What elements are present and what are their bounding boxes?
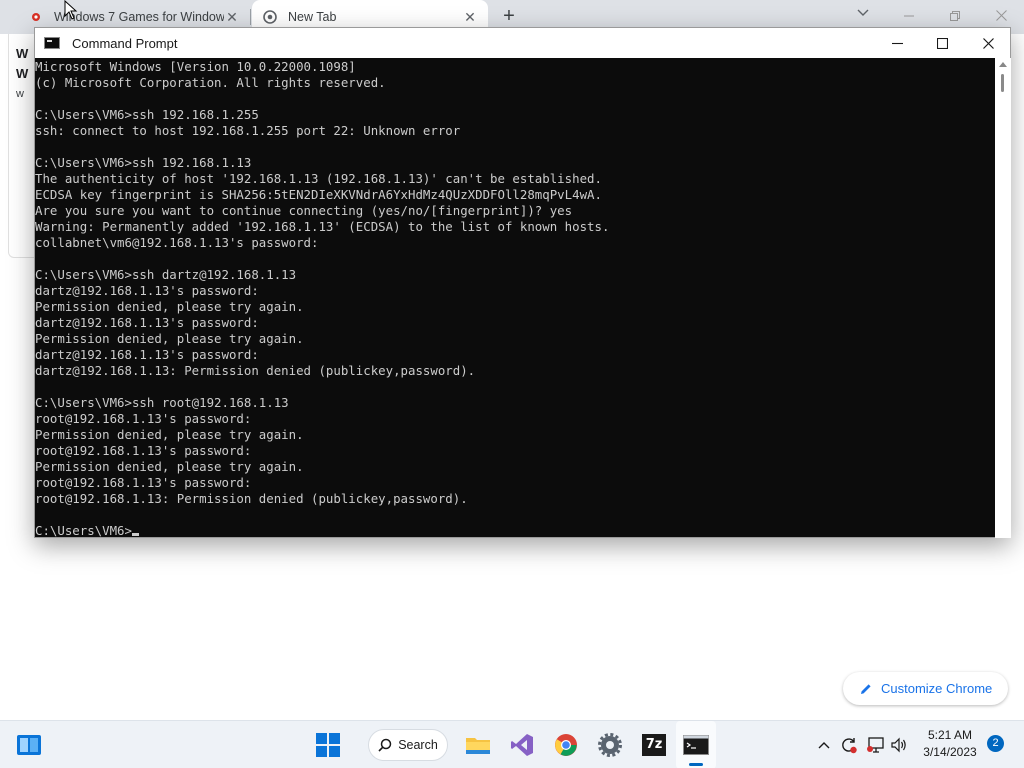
tab-title: Windows 7 Games for Windows: [54, 10, 224, 24]
console-line: ssh: connect to host 192.168.1.255 port …: [35, 123, 461, 138]
restore-icon[interactable]: [932, 2, 978, 30]
customize-chrome-button[interactable]: Customize Chrome: [843, 672, 1008, 705]
card-text: W: [16, 66, 29, 81]
command-prompt-taskbar-icon[interactable]: [676, 721, 716, 768]
cmd-maximize-icon[interactable]: [919, 28, 965, 58]
tab-divider: [250, 9, 251, 25]
running-indicator: [689, 763, 703, 766]
console-line: Permission denied, please try again.: [35, 427, 304, 442]
console-line: Permission denied, please try again.: [35, 299, 304, 314]
taskbar-search[interactable]: Search: [362, 721, 454, 768]
widgets-icon[interactable]: [10, 721, 48, 768]
notification-count-badge[interactable]: 2: [987, 735, 1004, 752]
taskbar: Search 7z 5:21 AM 3/14/2023: [0, 720, 1024, 768]
console-line: C:\Users\VM6>ssh root@192.168.1.13: [35, 395, 289, 410]
console-line: collabnet\vm6@192.168.1.13's password:: [35, 235, 319, 250]
clock-date: 3/14/2023: [923, 745, 977, 759]
console-line: ECDSA key fingerprint is SHA256:5tEN2DIe…: [35, 187, 602, 202]
console-line: root@192.168.1.13: Permission denied (pu…: [35, 491, 468, 506]
visual-studio-icon[interactable]: [502, 721, 542, 768]
cmd-close-icon[interactable]: [965, 28, 1011, 58]
clock-time: 5:21 AM: [927, 728, 973, 742]
console-line: dartz@192.168.1.13's password:: [35, 283, 259, 298]
windows-logo-icon: [316, 733, 340, 757]
new-tab-button[interactable]: +: [498, 5, 520, 27]
search-label: Search: [398, 738, 438, 752]
console-line: C:\Users\VM6>: [35, 523, 995, 539]
cmd-window-title: Command Prompt: [72, 35, 178, 51]
console-line: root@192.168.1.13's password:: [35, 443, 252, 458]
console-line: Are you sure you want to continue connec…: [35, 203, 573, 218]
tab-close-icon[interactable]: ✕: [224, 9, 240, 25]
cmd-title-bar[interactable]: Command Prompt: [35, 28, 1010, 58]
customize-chrome-label: Customize Chrome: [881, 681, 993, 696]
scroll-up-arrow-icon[interactable]: [999, 62, 1007, 67]
console-output[interactable]: Microsoft Windows [Version 10.0.22000.10…: [35, 58, 995, 538]
console-line: (c) Microsoft Corporation. All rights re…: [35, 75, 386, 90]
chrome-favicon-icon: [262, 9, 278, 25]
file-explorer-icon[interactable]: [458, 721, 498, 768]
console-line: Permission denied, please try again.: [35, 459, 304, 474]
cmd-app-icon: [44, 37, 60, 49]
search-icon: [378, 738, 392, 752]
start-button[interactable]: [308, 721, 348, 768]
console-line: C:\Users\VM6>ssh dartz@192.168.1.13: [35, 267, 297, 282]
system-clock[interactable]: 5:21 AM 3/14/2023: [916, 727, 984, 761]
console-line: root@192.168.1.13's password:: [35, 411, 252, 426]
console-scrollbar[interactable]: [995, 58, 1011, 538]
command-prompt-window[interactable]: Command Prompt Microsoft Windows [Versio…: [34, 27, 1011, 538]
cmd-minimize-icon[interactable]: [874, 28, 920, 58]
7-zip-icon[interactable]: 7z: [634, 721, 674, 768]
card-text: w: [16, 88, 24, 100]
chrome-icon[interactable]: [546, 721, 586, 768]
console-line: Microsoft Windows [Version 10.0.22000.10…: [35, 59, 356, 74]
console-line: dartz@192.168.1.13's password:: [35, 315, 259, 330]
tab-close-icon[interactable]: ✕: [462, 9, 478, 25]
console-line: Permission denied, please try again.: [35, 331, 304, 346]
mouse-pointer-icon: [64, 0, 78, 20]
card-text: W: [16, 46, 29, 61]
console-line: Warning: Permanently added '192.168.1.13…: [35, 219, 610, 234]
console-line: C:\Users\VM6>ssh 192.168.1.13: [35, 155, 252, 170]
pencil-icon: [861, 683, 871, 694]
tab-title: New Tab: [288, 10, 337, 24]
volume-icon[interactable]: [888, 721, 910, 768]
settings-gear-icon[interactable]: [590, 721, 630, 768]
minimize-icon[interactable]: [886, 2, 932, 30]
show-hidden-icons-chevron-up-icon[interactable]: [814, 721, 834, 768]
text-cursor: [131, 533, 139, 536]
network-icon[interactable]: [864, 721, 886, 768]
console-line: C:\Users\VM6>ssh 192.168.1.255: [35, 107, 259, 122]
close-icon[interactable]: [978, 2, 1024, 30]
7-zip-label: 7z: [642, 734, 666, 756]
console-line: root@192.168.1.13's password:: [35, 475, 252, 490]
tab-search-chevron-icon[interactable]: [852, 6, 874, 26]
console-line: The authenticity of host '192.168.1.13 (…: [35, 171, 602, 186]
scroll-thumb[interactable]: [1001, 74, 1004, 92]
console-line: dartz@192.168.1.13's password:: [35, 347, 259, 362]
update-alert-icon[interactable]: [838, 721, 860, 768]
console-line: dartz@192.168.1.13: Permission denied (p…: [35, 363, 476, 378]
windows7-games-favicon-icon: [28, 9, 44, 25]
